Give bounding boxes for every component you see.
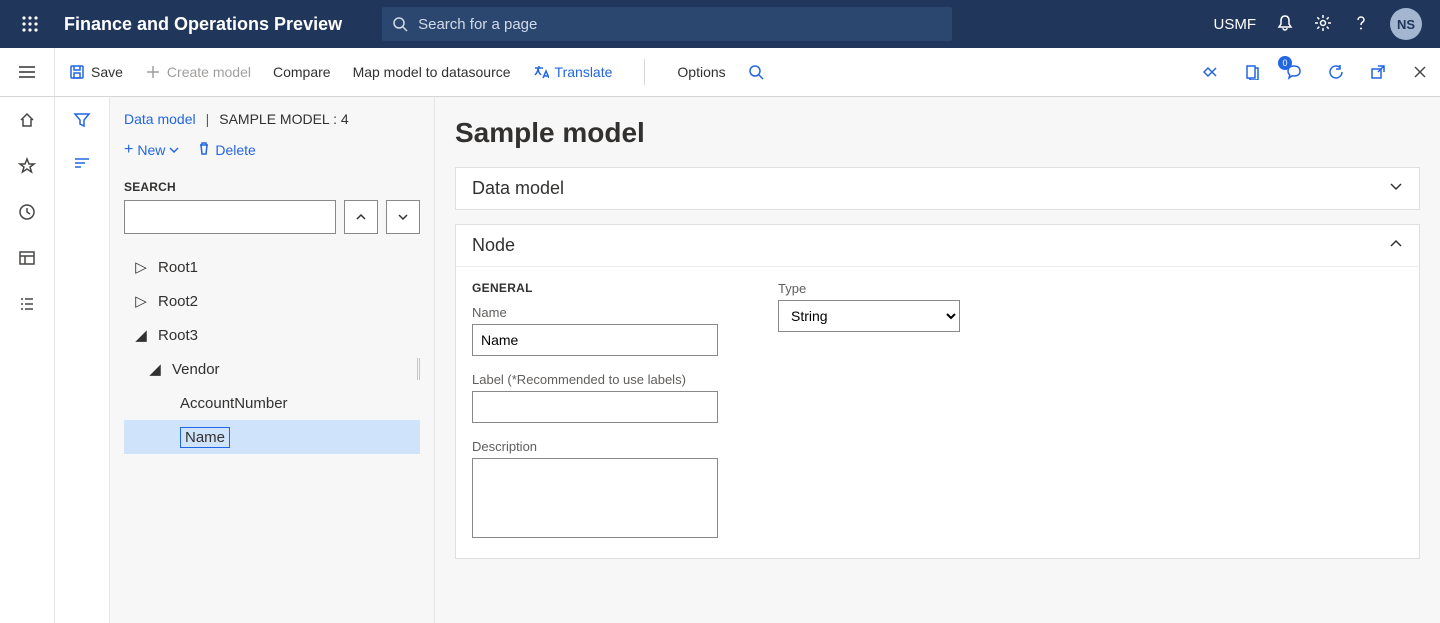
help-icon[interactable] [1352, 14, 1370, 35]
save-button[interactable]: Save [69, 64, 123, 80]
home-icon[interactable] [16, 109, 38, 131]
trash-icon [197, 141, 211, 158]
map-model-button[interactable]: Map model to datasource [353, 64, 511, 80]
name-label: Name [472, 305, 718, 320]
tree-node-name[interactable]: Name [124, 420, 420, 454]
label-label: Label (*Recommended to use labels) [472, 372, 718, 387]
chevron-up-icon [1389, 237, 1403, 254]
label-input[interactable] [472, 391, 718, 423]
actionbar-search-icon[interactable] [748, 64, 764, 80]
delete-button[interactable]: Delete [197, 141, 255, 158]
close-icon[interactable] [1410, 62, 1430, 82]
node-card: Node GENERAL Name Label (*Recommended to… [455, 224, 1420, 559]
notifications-icon[interactable] [1276, 14, 1294, 35]
user-avatar[interactable]: NS [1390, 8, 1422, 40]
app-launcher-icon[interactable] [10, 16, 50, 32]
type-label: Type [778, 281, 960, 296]
data-model-card: Data model [455, 167, 1420, 210]
messages-icon[interactable]: 0 [1284, 62, 1304, 82]
tree-node-root1[interactable]: ▷ Root1 [124, 250, 420, 284]
breadcrumb-current: SAMPLE MODEL : 4 [219, 111, 348, 127]
sort-icon[interactable] [73, 156, 91, 173]
gear-icon[interactable] [1314, 14, 1332, 35]
collapse-icon[interactable]: ◢ [134, 326, 148, 344]
attachments-icon[interactable] [1242, 62, 1262, 82]
search-icon [382, 16, 418, 32]
data-model-card-header[interactable]: Data model [456, 168, 1419, 209]
general-caption: GENERAL [472, 281, 718, 295]
plus-icon [145, 64, 161, 80]
search-label: SEARCH [124, 180, 420, 194]
chevron-down-icon [397, 211, 409, 223]
search-prev-button[interactable] [344, 200, 378, 234]
search-next-button[interactable] [386, 200, 420, 234]
collapse-icon[interactable]: ◢ [148, 360, 162, 378]
navigation-rail [0, 97, 55, 623]
tree-node-root3[interactable]: ◢ Root3 [124, 318, 420, 352]
related-icon[interactable] [1200, 62, 1220, 82]
company-code[interactable]: USMF [1214, 16, 1257, 33]
tree-search-input[interactable] [124, 200, 336, 234]
translate-icon [533, 64, 549, 80]
name-input[interactable] [472, 324, 718, 356]
waffle-icon [22, 16, 38, 32]
options-button[interactable]: Options [677, 64, 725, 80]
drag-handle-icon[interactable] [414, 358, 420, 380]
chevron-up-icon [355, 211, 367, 223]
modules-icon[interactable] [16, 293, 38, 315]
app-title: Finance and Operations Preview [50, 14, 382, 35]
expand-icon[interactable]: ▷ [134, 258, 148, 276]
plus-icon: + [124, 142, 133, 158]
favorites-icon[interactable] [16, 155, 38, 177]
description-input[interactable] [472, 458, 718, 538]
expand-icon[interactable]: ▷ [134, 292, 148, 310]
popout-icon[interactable] [1368, 62, 1388, 82]
save-icon [69, 64, 85, 80]
filter-rail [55, 97, 110, 623]
chevron-down-icon [169, 145, 179, 155]
tree-node-vendor[interactable]: ◢ Vendor [124, 352, 420, 386]
main-content: Sample model Data model Node GENERAL [435, 97, 1440, 623]
create-model-button: Create model [145, 64, 251, 80]
breadcrumb-link[interactable]: Data model [124, 111, 196, 127]
description-label: Description [472, 439, 718, 454]
global-search[interactable]: Search for a page [382, 7, 952, 41]
action-bar: Save Create model Compare Map model to d… [0, 48, 1440, 97]
expand-nav-icon[interactable] [0, 48, 55, 96]
tree-node-root2[interactable]: ▷ Root2 [124, 284, 420, 318]
refresh-icon[interactable] [1326, 62, 1346, 82]
breadcrumb: Data model | SAMPLE MODEL : 4 [124, 111, 420, 127]
new-button[interactable]: + New [124, 142, 179, 158]
action-divider [644, 59, 645, 85]
node-card-header[interactable]: Node [456, 225, 1419, 266]
filter-icon[interactable] [73, 111, 91, 132]
workspaces-icon[interactable] [16, 247, 38, 269]
compare-button[interactable]: Compare [273, 64, 331, 80]
recent-icon[interactable] [16, 201, 38, 223]
tree-node-accountnumber[interactable]: AccountNumber [124, 386, 420, 420]
type-select[interactable]: String [778, 300, 960, 332]
messages-badge: 0 [1278, 56, 1292, 70]
tree-panel: Data model | SAMPLE MODEL : 4 + New Dele… [110, 97, 435, 623]
global-search-placeholder: Search for a page [418, 16, 537, 33]
model-tree: ▷ Root1 ▷ Root2 ◢ Root3 ◢ Vendor Account… [124, 250, 420, 454]
page-title: Sample model [455, 117, 1420, 149]
translate-button[interactable]: Translate [533, 64, 613, 80]
chevron-down-icon [1389, 180, 1403, 197]
top-app-bar: Finance and Operations Preview Search fo… [0, 0, 1440, 48]
